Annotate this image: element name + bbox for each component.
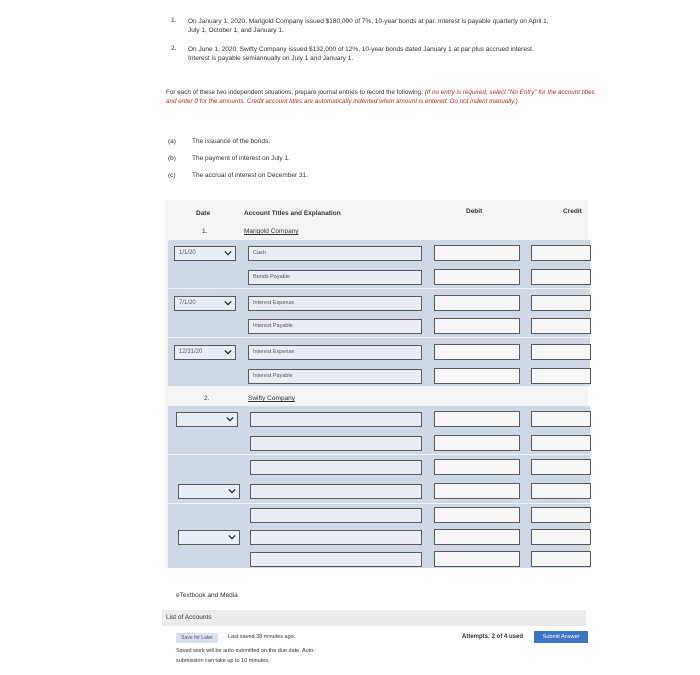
section-1-company: Marigold Company: [244, 228, 299, 235]
problem-2-number: 2.: [171, 45, 177, 52]
chevron-down-icon: [228, 534, 236, 540]
save-for-later-button[interactable]: Save for Later: [176, 633, 218, 643]
date-select-3[interactable]: 12/31/20: [174, 345, 236, 360]
problem-1-text: On January 1, 2020, Marigold Company iss…: [188, 17, 608, 35]
account-field-13[interactable]: [250, 552, 422, 567]
debit-field-10[interactable]: [434, 483, 520, 499]
account-field-7[interactable]: [250, 412, 422, 427]
debit-field-2[interactable]: [434, 269, 520, 285]
account-field-9[interactable]: [250, 460, 422, 475]
date-select-4[interactable]: [176, 412, 238, 427]
autosubmit-line1: Saved work will be auto-submitted on the…: [176, 648, 316, 654]
debit-field-4[interactable]: [434, 318, 520, 334]
instructions: For each of these two independent situat…: [166, 88, 606, 106]
header-debit: Debit: [466, 208, 483, 215]
credit-field-5[interactable]: [531, 344, 591, 360]
credit-field-6[interactable]: [531, 368, 591, 384]
account-field-1[interactable]: Cash: [248, 246, 422, 261]
credit-field-13[interactable]: [531, 551, 591, 567]
debit-field-12[interactable]: [434, 529, 520, 545]
account-field-4[interactable]: Interest Payable: [248, 319, 422, 334]
chevron-down-icon: [224, 300, 232, 306]
debit-field-6[interactable]: [434, 368, 520, 384]
date-select-1[interactable]: 1/1/20: [174, 246, 236, 261]
submit-answer-button[interactable]: Submit Answer: [534, 631, 588, 643]
list-of-accounts-bar[interactable]: List of Accounts: [162, 610, 586, 626]
debit-field-8[interactable]: [434, 435, 520, 451]
credit-field-10[interactable]: [531, 483, 591, 499]
problem-1-line1: On January 1, 2020, Marigold Company iss…: [188, 18, 549, 25]
credit-field-7[interactable]: [531, 411, 591, 427]
problem-2-line2: Interest is payable semiannually on July…: [188, 55, 354, 62]
header-account: Account Titles and Explanation: [244, 210, 341, 217]
date-select-6[interactable]: [178, 530, 240, 545]
header-date: Date: [196, 210, 211, 217]
part-c-label: (c): [168, 172, 176, 179]
part-b-text: The payment of interest on July 1.: [192, 155, 290, 162]
last-saved-text: Last saved 38 minutes ago.: [228, 634, 296, 640]
section-2-company: Swifty Company: [248, 395, 295, 402]
credit-field-11[interactable]: [531, 507, 591, 523]
section-2-number: 2.: [204, 395, 210, 402]
credit-field-3[interactable]: [531, 295, 591, 311]
debit-field-3[interactable]: [434, 295, 520, 311]
account-field-11[interactable]: [250, 508, 422, 523]
autosubmit-line2: submission can take up to 10 minutes.: [176, 658, 270, 664]
problem-2-line1: On June 1, 2020, Swifty Company issued $…: [188, 46, 534, 53]
section-1-number: 1.: [202, 228, 208, 235]
problem-2-text: On June 1, 2020, Swifty Company issued $…: [188, 45, 608, 63]
credit-field-12[interactable]: [531, 529, 591, 545]
account-field-6[interactable]: Interest Payable: [248, 369, 422, 384]
part-a-text: The issuance of the bonds.: [192, 138, 271, 145]
date-select-2-value: 7/1/20: [179, 300, 196, 306]
etextbook-link[interactable]: eTextbook and Media: [176, 592, 238, 599]
part-b-label: (b): [168, 155, 176, 162]
account-field-2[interactable]: Bonds Payable: [248, 270, 422, 285]
credit-field-1[interactable]: [531, 245, 591, 261]
date-select-2[interactable]: 7/1/20: [174, 296, 236, 311]
part-c-text: The accrual of interest on December 31.: [192, 172, 308, 179]
debit-field-13[interactable]: [434, 551, 520, 567]
list-of-accounts-label: List of Accounts: [166, 614, 212, 621]
credit-field-8[interactable]: [531, 435, 591, 451]
debit-field-9[interactable]: [434, 459, 520, 475]
debit-field-11[interactable]: [434, 507, 520, 523]
part-a-label: (a): [168, 138, 176, 145]
account-field-12[interactable]: [250, 530, 422, 545]
account-field-5[interactable]: Interest Expense: [248, 345, 422, 360]
header-credit: Credit: [563, 208, 582, 215]
date-select-1-value: 1/1/20: [179, 250, 196, 256]
instructions-text: For each of these two independent situat…: [166, 89, 423, 96]
date-select-5[interactable]: [178, 484, 240, 499]
debit-field-7[interactable]: [434, 411, 520, 427]
chevron-down-icon: [226, 416, 234, 422]
credit-field-9[interactable]: [531, 459, 591, 475]
debit-field-1[interactable]: [434, 245, 520, 261]
date-select-3-value: 12/31/20: [179, 349, 203, 355]
credit-field-2[interactable]: [531, 269, 591, 285]
attempts-text: Attempts: 2 of 4 used: [462, 634, 524, 640]
credit-field-4[interactable]: [531, 318, 591, 334]
account-field-10[interactable]: [250, 484, 422, 499]
debit-field-5[interactable]: [434, 344, 520, 360]
chevron-down-icon: [224, 250, 232, 256]
problem-1-line2: July 1, October 1, and January 1.: [188, 27, 284, 34]
chevron-down-icon: [224, 349, 232, 355]
account-field-3[interactable]: Interest Expense: [248, 296, 422, 311]
problem-1-number: 1.: [171, 17, 177, 24]
chevron-down-icon: [228, 488, 236, 494]
account-field-8[interactable]: [250, 436, 422, 451]
